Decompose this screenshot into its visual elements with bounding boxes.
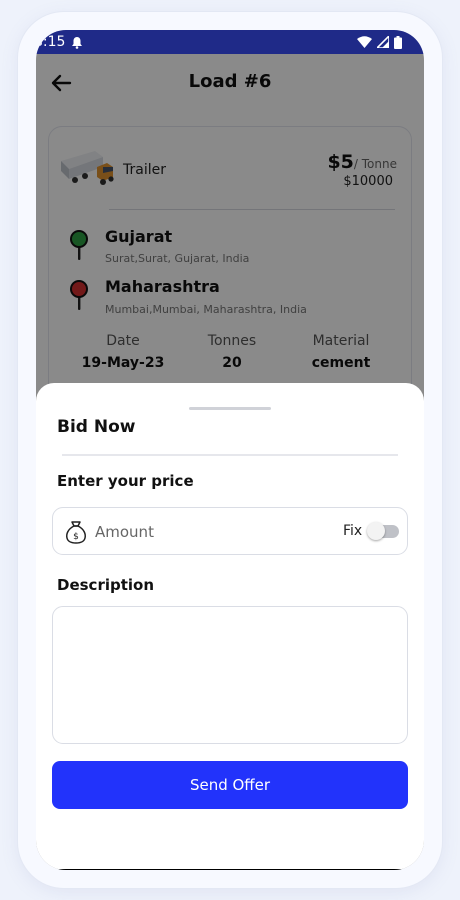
price-label: Enter your price [57, 472, 194, 490]
status-time: 8:15 [36, 34, 66, 50]
send-offer-button[interactable]: Send Offer [52, 761, 408, 809]
svg-text:$: $ [73, 532, 79, 542]
fix-toggle[interactable] [367, 522, 399, 540]
screen: 8:15 Load #6 Trailer $5/ Tonne $10000 Gu… [36, 30, 424, 870]
status-left: 8:15 [36, 34, 83, 50]
drag-handle[interactable] [189, 407, 271, 410]
status-icons [357, 35, 402, 49]
bid-bottom-sheet: Bid Now Enter your price $ Fix Descripti… [36, 383, 424, 870]
amount-input[interactable] [95, 519, 275, 545]
sheet-divider [62, 454, 398, 456]
status-bar: 8:15 [36, 30, 424, 54]
fix-label: Fix [343, 523, 363, 539]
fix-toggle-thumb [367, 522, 385, 540]
battery-icon [394, 35, 402, 49]
load-detail-page: Load #6 Trailer $5/ Tonne $10000 Gujarat… [36, 54, 424, 870]
money-bag-icon: $ [66, 521, 86, 544]
price-input-container: $ Fix [52, 507, 408, 555]
description-input[interactable] [52, 606, 408, 744]
notification-bell-icon [72, 36, 83, 49]
wifi-icon [357, 36, 372, 48]
sheet-title: Bid Now [57, 417, 136, 437]
cell-signal-icon [377, 36, 389, 48]
description-label: Description [57, 576, 155, 594]
system-nav-bar [36, 869, 424, 870]
